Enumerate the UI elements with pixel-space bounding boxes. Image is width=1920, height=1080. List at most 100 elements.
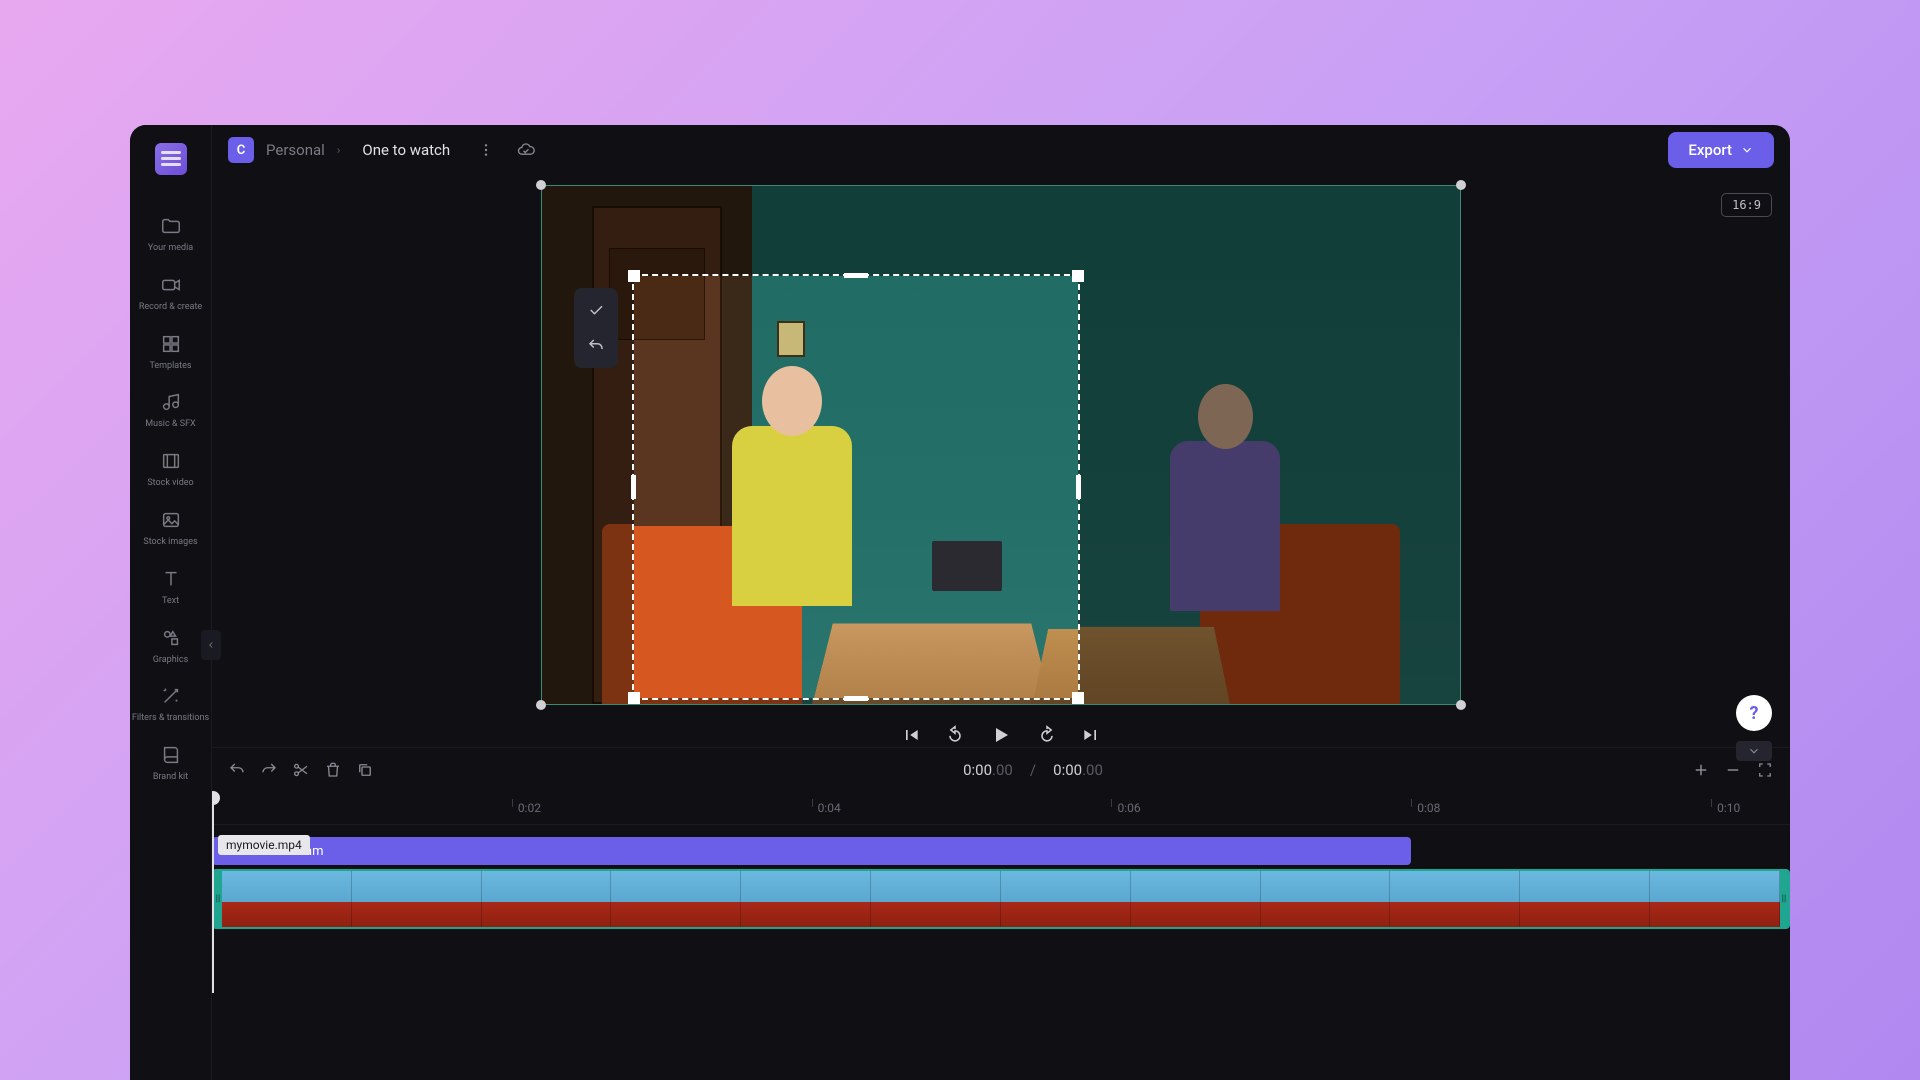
video-thumbnail bbox=[1520, 871, 1650, 927]
crop-handle-top-left[interactable] bbox=[628, 270, 640, 282]
cloud-sync-button[interactable] bbox=[512, 136, 540, 164]
plus-icon bbox=[1692, 761, 1710, 779]
music-icon bbox=[160, 391, 182, 413]
forward-button[interactable] bbox=[1037, 725, 1057, 745]
crop-handle-top-right[interactable] bbox=[1072, 270, 1084, 282]
undo-icon bbox=[228, 761, 246, 779]
trash-icon bbox=[324, 761, 342, 779]
timecode-display: 0:00.00 / 0:00.00 bbox=[963, 761, 1103, 779]
undo-button[interactable] bbox=[228, 761, 246, 779]
canvas[interactable] bbox=[541, 185, 1461, 705]
chevron-down-icon bbox=[1747, 744, 1761, 758]
skip-end-icon bbox=[1081, 725, 1101, 745]
zoom-in-button[interactable] bbox=[1692, 761, 1710, 779]
sidebar-item-label: Graphics bbox=[153, 655, 188, 666]
forward-icon bbox=[1037, 725, 1057, 745]
sidebar-item-graphics[interactable]: Graphics bbox=[130, 617, 211, 676]
sidebar-item-your-media[interactable]: Your media bbox=[130, 205, 211, 264]
crop-selection[interactable] bbox=[632, 274, 1080, 700]
video-thumbnail bbox=[482, 871, 612, 927]
rewind-icon bbox=[945, 725, 965, 745]
playback-controls bbox=[901, 723, 1101, 747]
sidebar-item-stock-video[interactable]: Stock video bbox=[130, 440, 211, 499]
panel-expand-button[interactable] bbox=[1736, 741, 1772, 761]
grid-icon bbox=[160, 333, 182, 355]
sidebar-item-label: Brand kit bbox=[153, 772, 188, 783]
skip-start-icon bbox=[901, 725, 921, 745]
video-thumbnail bbox=[611, 871, 741, 927]
image-icon bbox=[160, 509, 182, 531]
redo-button[interactable] bbox=[260, 761, 278, 779]
aspect-ratio-badge[interactable]: 16:9 bbox=[1721, 193, 1772, 217]
video-thumbnail bbox=[871, 871, 1001, 927]
crop-handle-right[interactable] bbox=[1076, 475, 1081, 499]
canvas-handle-top-left[interactable] bbox=[536, 180, 546, 190]
undo-icon bbox=[587, 337, 605, 355]
sidebar-item-label: Filters & transitions bbox=[132, 713, 209, 724]
video-thumbnail bbox=[741, 871, 871, 927]
crop-handle-bottom[interactable] bbox=[844, 696, 868, 701]
text-icon bbox=[160, 568, 182, 590]
export-button[interactable]: Export bbox=[1668, 132, 1774, 168]
sidebar-item-brand-kit[interactable]: Brand kit bbox=[130, 734, 211, 793]
rewind-button[interactable] bbox=[945, 725, 965, 745]
clip-trim-right[interactable]: || bbox=[1780, 871, 1788, 927]
sidebar-item-label: Record & create bbox=[139, 302, 202, 313]
video-thumbnail bbox=[352, 871, 482, 927]
sidebar-item-label: Stock images bbox=[143, 537, 197, 548]
dots-vertical-icon bbox=[478, 142, 494, 158]
duplicate-button[interactable] bbox=[356, 761, 374, 779]
sidebar-item-record-create[interactable]: Record & create bbox=[130, 264, 211, 323]
timeline[interactable]: 0:020:040:060:080:10 T Dare to dream mym… bbox=[212, 791, 1790, 1080]
tracks-area: T Dare to dream mymovie.mp4 || || bbox=[212, 825, 1790, 929]
sidebar-item-text[interactable]: Text bbox=[130, 558, 211, 617]
workspace-badge[interactable]: C bbox=[228, 137, 254, 163]
film-icon bbox=[160, 450, 182, 472]
shapes-icon bbox=[160, 627, 182, 649]
canvas-handle-bottom-right[interactable] bbox=[1456, 700, 1466, 710]
skip-end-button[interactable] bbox=[1081, 725, 1101, 745]
minus-icon bbox=[1724, 761, 1742, 779]
current-time: 0:00 bbox=[963, 761, 992, 779]
crop-confirm-button[interactable] bbox=[580, 294, 612, 326]
crop-reset-button[interactable] bbox=[580, 330, 612, 362]
zoom-fit-button[interactable] bbox=[1756, 761, 1774, 779]
split-button[interactable] bbox=[292, 761, 310, 779]
workspace-name[interactable]: Personal bbox=[266, 141, 325, 159]
copy-icon bbox=[356, 761, 374, 779]
play-icon bbox=[989, 723, 1013, 747]
chevron-down-icon bbox=[1740, 143, 1754, 157]
skip-start-button[interactable] bbox=[901, 725, 921, 745]
crop-handle-bottom-left[interactable] bbox=[628, 692, 640, 704]
sidebar-item-label: Music & SFX bbox=[145, 419, 195, 430]
canvas-handle-bottom-left[interactable] bbox=[536, 700, 546, 710]
canvas-handle-top-right[interactable] bbox=[1456, 180, 1466, 190]
help-button[interactable]: ? bbox=[1736, 695, 1772, 731]
project-name[interactable]: One to watch bbox=[352, 137, 460, 163]
crop-handle-top[interactable] bbox=[844, 273, 868, 278]
play-button[interactable] bbox=[989, 723, 1013, 747]
sidebar-item-music-sfx[interactable]: Music & SFX bbox=[130, 381, 211, 440]
clip-trim-left[interactable]: || bbox=[214, 871, 222, 927]
ruler-tick: 0:08 bbox=[1411, 791, 1440, 824]
sidebar-item-stock-images[interactable]: Stock images bbox=[130, 499, 211, 558]
crop-handle-bottom-right[interactable] bbox=[1072, 692, 1084, 704]
ruler-tick: 0:04 bbox=[812, 791, 841, 824]
playhead[interactable] bbox=[212, 793, 214, 993]
sidebar-item-templates[interactable]: Templates bbox=[130, 323, 211, 382]
sidebar-item-filters-transitions[interactable]: Filters & transitions bbox=[130, 675, 211, 734]
main-content: C Personal › One to watch Export bbox=[212, 125, 1790, 1080]
app-logo-icon[interactable] bbox=[155, 143, 187, 175]
crop-handle-left[interactable] bbox=[631, 475, 636, 499]
zoom-out-button[interactable] bbox=[1724, 761, 1742, 779]
wand-icon bbox=[160, 685, 182, 707]
delete-button[interactable] bbox=[324, 761, 342, 779]
timeline-ruler[interactable]: 0:020:040:060:080:10 bbox=[212, 791, 1790, 825]
timecode-separator: / bbox=[1030, 761, 1036, 779]
video-clip[interactable]: || || bbox=[212, 869, 1790, 929]
text-clip[interactable]: T Dare to dream mymovie.mp4 bbox=[212, 837, 1411, 865]
export-label: Export bbox=[1688, 141, 1732, 159]
sidebar-item-label: Text bbox=[162, 596, 179, 607]
book-icon bbox=[160, 744, 182, 766]
more-options-button[interactable] bbox=[472, 136, 500, 164]
